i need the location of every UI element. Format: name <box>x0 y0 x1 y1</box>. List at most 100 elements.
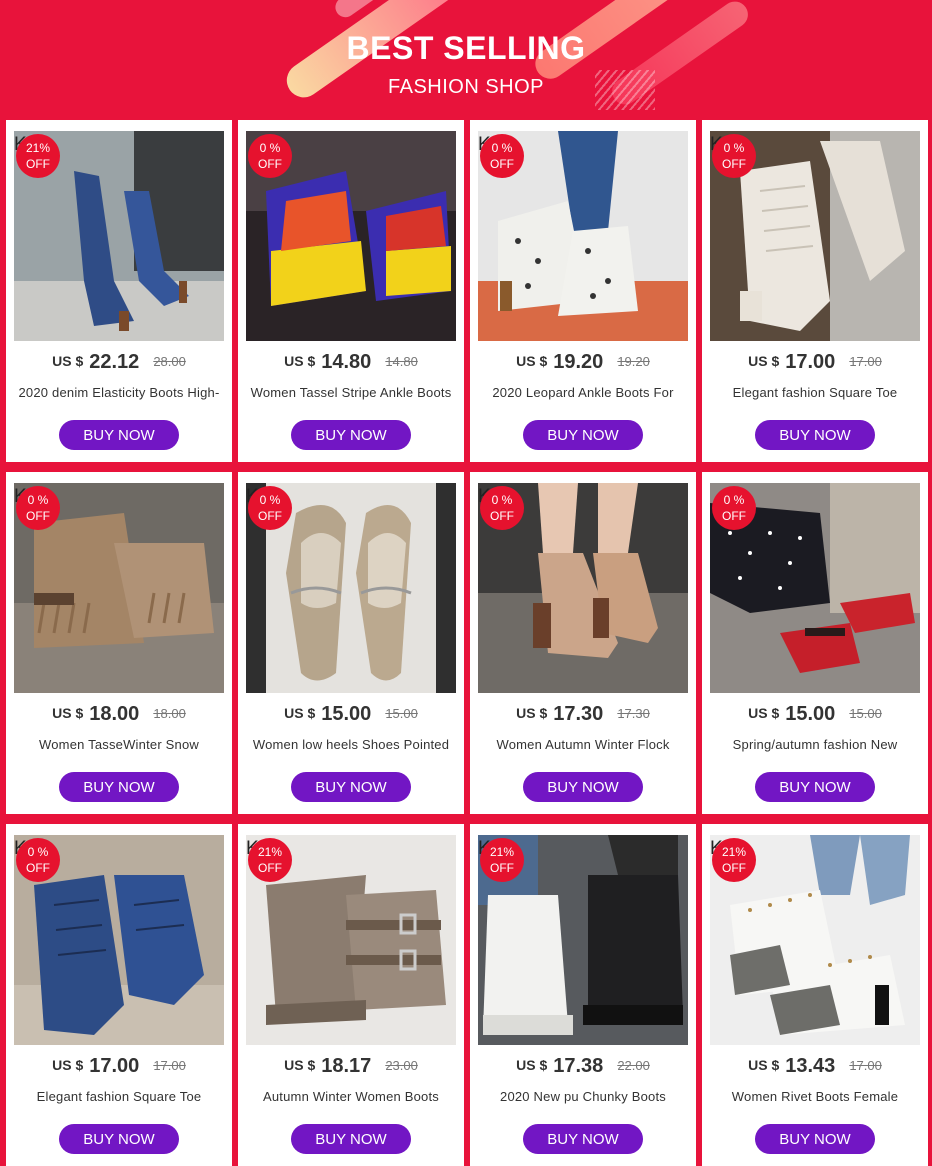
product-card-6[interactable]: KG 0 % OFF US $15.0015.00 Women low heel… <box>238 472 464 814</box>
discount-percent: 0 % <box>491 493 513 507</box>
buy-now-button[interactable]: BUY NOW <box>59 420 179 450</box>
sale-price: 13.43 <box>785 1055 836 1077</box>
product-card-12[interactable]: KG 21% OFF US $13.4317.00 Women Rivet Bo… <box>702 824 928 1166</box>
discount-percent: 0 % <box>259 141 281 155</box>
product-title[interactable]: Women Autumn Winter Flock <box>476 737 690 752</box>
buy-now-button[interactable]: BUY NOW <box>523 772 643 802</box>
original-price: 17.00 <box>849 1058 882 1073</box>
sale-price: 17.00 <box>785 351 836 373</box>
buy-now-button[interactable]: BUY NOW <box>755 772 875 802</box>
discount-badge: 21% OFF <box>16 134 60 178</box>
discount-badge: 0 % OFF <box>480 486 524 530</box>
product-title[interactable]: 2020 Leopard Ankle Boots For <box>476 385 690 400</box>
price-row: US $ 17.38 22.00 <box>470 1055 696 1078</box>
discount-off-label: OFF <box>258 861 282 875</box>
product-grid: KG 21% OFF US $22.1228.00 2020 denim Ela… <box>6 120 928 1166</box>
discount-badge: 0 % OFF <box>16 838 60 882</box>
currency-label: US $ <box>748 353 780 369</box>
product-title[interactable]: 2020 denim Elasticity Boots High- <box>12 385 226 400</box>
price-row: US $ 22.12 28.00 <box>6 351 232 374</box>
sale-price: 15.00 <box>321 703 372 725</box>
original-price: 17.00 <box>849 354 882 369</box>
price-row: US $ 15.00 15.00 <box>238 703 464 726</box>
banner-title: BEST SELLING <box>346 30 586 66</box>
buy-now-button[interactable]: BUY NOW <box>59 772 179 802</box>
product-title[interactable]: Women Tassel Stripe Ankle Boots <box>244 385 458 400</box>
product-card-10[interactable]: KG 21% OFF US $18.1723.00 Autumn Winter … <box>238 824 464 1166</box>
sale-price: 18.00 <box>89 703 140 725</box>
original-price: 19.20 <box>617 354 650 369</box>
discount-badge: 21% OFF <box>712 838 756 882</box>
price-row: US $ 18.17 23.00 <box>238 1055 464 1078</box>
discount-badge: 0 % OFF <box>248 486 292 530</box>
product-card-3[interactable]: KG 0 % OFF US $19.2019.20 2020 Leopard A… <box>470 120 696 462</box>
discount-off-label: OFF <box>26 861 50 875</box>
sale-price: 17.00 <box>89 1055 140 1077</box>
original-price: 14.80 <box>385 354 418 369</box>
product-title[interactable]: 2020 New pu Chunky Boots <box>476 1089 690 1104</box>
buy-now-button[interactable]: BUY NOW <box>291 1124 411 1154</box>
product-card-1[interactable]: KG 21% OFF US $22.1228.00 2020 denim Ela… <box>6 120 232 462</box>
product-card-4[interactable]: KG 0 % OFF US $17.0017.00 Elegant fashio… <box>702 120 928 462</box>
discount-badge: 0 % OFF <box>712 134 756 178</box>
buy-now-button[interactable]: BUY NOW <box>755 420 875 450</box>
discount-off-label: OFF <box>258 157 282 171</box>
discount-percent: 0 % <box>491 141 513 155</box>
discount-percent: 0 % <box>27 845 49 859</box>
currency-label: US $ <box>516 1057 548 1073</box>
discount-off-label: OFF <box>490 861 514 875</box>
product-title[interactable]: Elegant fashion Square Toe <box>708 385 922 400</box>
sale-price: 17.38 <box>553 1055 604 1077</box>
buy-now-button[interactable]: BUY NOW <box>523 420 643 450</box>
original-price: 22.00 <box>617 1058 650 1073</box>
discount-badge: 21% OFF <box>248 838 292 882</box>
discount-off-label: OFF <box>26 157 50 171</box>
discount-percent: 0 % <box>27 493 49 507</box>
price-row: US $ 13.43 17.00 <box>702 1055 928 1078</box>
product-card-11[interactable]: KG 21% OFF US $17.3822.00 2020 New pu Ch… <box>470 824 696 1166</box>
product-title[interactable]: Spring/autumn fashion New <box>708 737 922 752</box>
buy-now-button[interactable]: BUY NOW <box>59 1124 179 1154</box>
currency-label: US $ <box>284 353 316 369</box>
discount-percent: 21% <box>257 845 283 859</box>
sale-price: 17.30 <box>553 703 604 725</box>
discount-off-label: OFF <box>490 509 514 523</box>
discount-badge: 0 % OFF <box>16 486 60 530</box>
sale-price: 22.12 <box>89 351 140 373</box>
discount-off-label: OFF <box>258 509 282 523</box>
product-title[interactable]: Elegant fashion Square Toe <box>12 1089 226 1104</box>
product-card-5[interactable]: KG 0 % OFF US $18.0018.00 Women TasseWin… <box>6 472 232 814</box>
sale-price: 14.80 <box>321 351 372 373</box>
product-title[interactable]: Women low heels Shoes Pointed <box>244 737 458 752</box>
discount-percent: 0 % <box>259 493 281 507</box>
discount-off-label: OFF <box>490 157 514 171</box>
product-card-8[interactable]: 0 % OFF US $ 15.00 15.00 Spring/autumn fas… <box>702 472 928 814</box>
currency-label: US $ <box>516 705 548 721</box>
discount-percent: 21% <box>25 141 51 155</box>
banner-subtitle: FASHION SHOP <box>387 76 545 98</box>
price-row: US $ 14.80 14.80 <box>238 351 464 374</box>
product-card-9[interactable]: KG 0 % OFF US $17.0017.00 Elegant fashio… <box>6 824 232 1166</box>
sale-price: 15.00 <box>785 703 836 725</box>
discount-badge: 0 % OFF <box>480 134 524 178</box>
buy-now-button[interactable]: BUY NOW <box>523 1124 643 1154</box>
price-row: US $ 17.30 17.30 <box>470 703 696 726</box>
product-card-2[interactable]: 0 % OFF US $ 14.80 14.80 Women Tassel Stri… <box>238 120 464 462</box>
price-row: US $ 18.00 18.00 <box>6 703 232 726</box>
original-price: 17.30 <box>617 706 650 721</box>
price-row: US $ 17.00 17.00 <box>702 351 928 374</box>
buy-now-button[interactable]: BUY NOW <box>755 1124 875 1154</box>
buy-now-button[interactable]: BUY NOW <box>291 420 411 450</box>
product-card-7[interactable]: KG 0 % OFF US $17.3017.30 Women Autumn W… <box>470 472 696 814</box>
discount-percent: 21% <box>489 845 515 859</box>
buy-now-button[interactable]: BUY NOW <box>291 772 411 802</box>
discount-badge: 0 % OFF <box>248 134 292 178</box>
discount-percent: 0 % <box>723 493 745 507</box>
currency-label: US $ <box>52 705 84 721</box>
currency-label: US $ <box>284 1057 316 1073</box>
currency-label: US $ <box>284 705 316 721</box>
product-title[interactable]: Women Rivet Boots Female <box>708 1089 922 1104</box>
product-title[interactable]: Women TasseWinter Snow <box>12 737 226 752</box>
price-row: US $ 17.00 17.00 <box>6 1055 232 1078</box>
product-title[interactable]: Autumn Winter Women Boots <box>244 1089 458 1104</box>
